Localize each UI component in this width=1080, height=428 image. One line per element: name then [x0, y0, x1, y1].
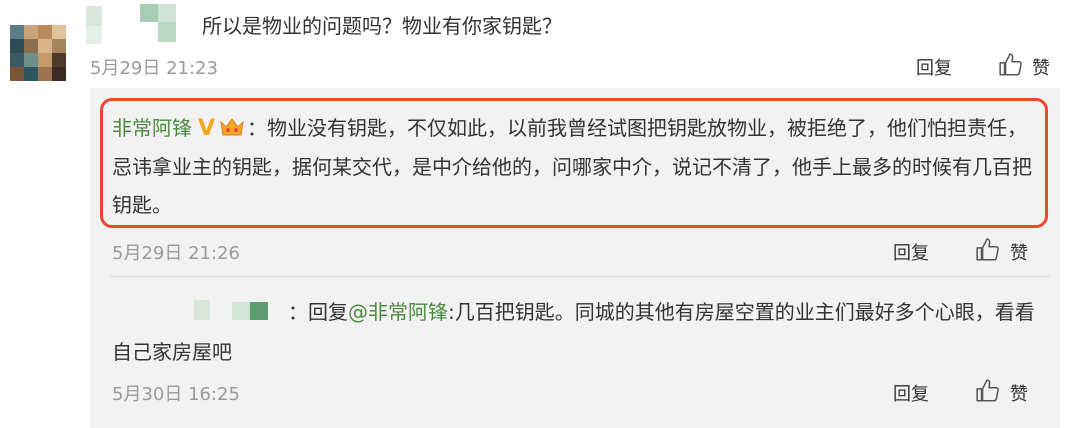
- comment-like-button[interactable]: 赞: [1032, 54, 1050, 80]
- thumb-up-icon[interactable]: [975, 237, 1001, 263]
- sub-reply-content: ：回复@非常阿锋:几百把钥匙。同城的其他有房屋空置的业主们最好多个心眼，看看自己…: [112, 292, 1042, 372]
- comment-reply-button[interactable]: 回复: [916, 54, 952, 80]
- v-badge-icon: V: [198, 116, 216, 141]
- sub-reply-timestamp: 5月30日 16:25: [112, 384, 240, 405]
- reply-content: 非常阿锋 V ：物业没有钥匙，不仅如此，以前我曾经试图把钥匙放物业，被拒绝了，他们怕…: [112, 109, 1042, 224]
- avatar[interactable]: [10, 25, 66, 81]
- thumb-up-icon[interactable]: [975, 378, 1001, 404]
- comment-timestamp: 5月29日 21:23: [90, 58, 218, 79]
- reply-timestamp: 5月29日 21:26: [112, 243, 240, 264]
- sub-reply-separator: ：: [288, 300, 308, 324]
- sub-reply-reply-button[interactable]: 回复: [893, 380, 929, 406]
- sub-reply-text: :几百把钥匙。同城的其他有房屋空置的业主们最好多个心眼，看看自己家房屋吧: [112, 300, 1035, 364]
- comment-text: 所以是物业的问题吗？物业有你家钥匙？: [202, 14, 562, 38]
- reply-reply-button[interactable]: 回复: [893, 239, 929, 265]
- reply-separator: ：: [247, 116, 268, 140]
- mention-link[interactable]: @非常阿锋: [348, 300, 448, 324]
- sub-reply-prefix: 回复: [308, 300, 348, 324]
- thumb-up-icon[interactable]: [998, 52, 1024, 78]
- reply-username[interactable]: 非常阿锋: [112, 116, 192, 140]
- crown-icon: [220, 118, 244, 136]
- reply-like-button[interactable]: 赞: [1010, 239, 1028, 265]
- divider: [110, 276, 1050, 277]
- sub-reply-like-button[interactable]: 赞: [1010, 380, 1028, 406]
